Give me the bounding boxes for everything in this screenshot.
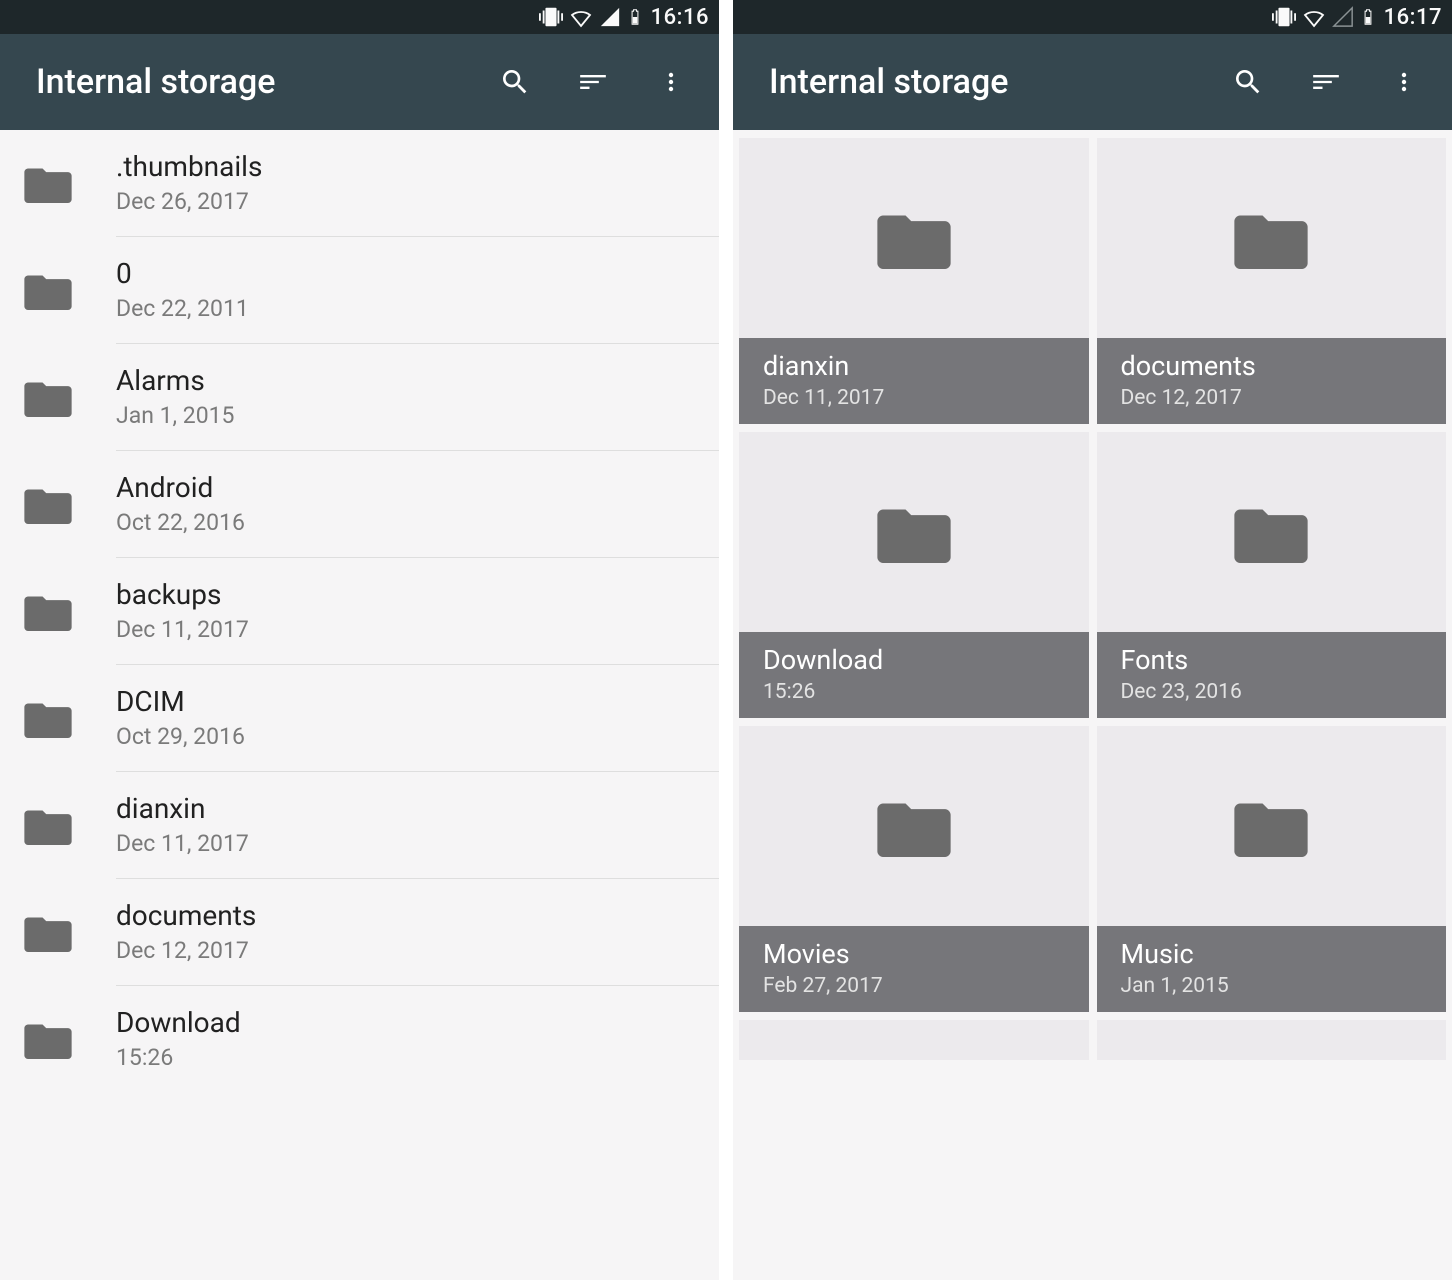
folder-icon [24, 377, 72, 417]
folder-icon [875, 501, 953, 563]
item-date: Oct 29, 2016 [116, 723, 699, 750]
item-date: Dec 23, 2016 [1121, 680, 1423, 704]
wifi-icon [569, 5, 593, 29]
item-date: Dec 11, 2017 [116, 830, 699, 857]
item-name: Alarms [116, 365, 699, 397]
search-icon [1232, 66, 1264, 98]
item-name: dianxin [116, 793, 699, 825]
item-name: documents [116, 900, 699, 932]
item-date: Dec 26, 2017 [116, 188, 699, 215]
more-button[interactable] [1386, 64, 1422, 100]
grid-item[interactable] [1097, 1020, 1447, 1060]
signal-icon [599, 6, 621, 28]
item-name: Android [116, 472, 699, 504]
grid-item[interactable]: Music Jan 1, 2015 [1097, 726, 1447, 1012]
status-bar: 16:17 [733, 0, 1452, 34]
list-item[interactable]: .thumbnails Dec 26, 2017 [0, 130, 719, 236]
status-icons [539, 5, 643, 29]
item-name: Movies [763, 938, 1065, 970]
grid-item[interactable]: dianxin Dec 11, 2017 [739, 138, 1089, 424]
page-title: Internal storage [36, 62, 497, 102]
item-date: Dec 22, 2011 [116, 295, 699, 322]
sort-button[interactable] [575, 64, 611, 100]
item-date: Jan 1, 2015 [1121, 974, 1423, 998]
item-name: Download [763, 644, 1065, 676]
folder-icon [24, 270, 72, 310]
list-item[interactable]: DCIM Oct 29, 2016 [0, 665, 719, 771]
list-item[interactable]: Android Oct 22, 2016 [0, 451, 719, 557]
search-button[interactable] [497, 64, 533, 100]
grid-item[interactable]: Download 15:26 [739, 432, 1089, 718]
more-button[interactable] [653, 64, 689, 100]
wifi-icon [1302, 5, 1326, 29]
list-item[interactable]: backups Dec 11, 2017 [0, 558, 719, 664]
sort-icon [1308, 68, 1344, 96]
item-name: 0 [116, 258, 699, 290]
item-name: backups [116, 579, 699, 611]
sort-icon [575, 68, 611, 96]
more-icon [659, 67, 683, 97]
item-date: 15:26 [763, 680, 1065, 704]
folder-icon [875, 207, 953, 269]
battery-icon [627, 5, 643, 29]
app-bar-actions [497, 64, 699, 100]
item-name: Fonts [1121, 644, 1423, 676]
list-item[interactable]: 0 Dec 22, 2011 [0, 237, 719, 343]
folder-icon [24, 484, 72, 524]
file-list[interactable]: .thumbnails Dec 26, 2017 0 Dec 22, 2011 … [0, 130, 719, 1280]
list-item[interactable]: documents Dec 12, 2017 [0, 879, 719, 985]
signal-icon [1332, 6, 1354, 28]
app-bar-actions [1230, 64, 1432, 100]
folder-icon [24, 805, 72, 845]
right-pane: 16:17 Internal storage dianxin Dec 11, 2… [731, 0, 1452, 1280]
folder-icon [1232, 501, 1310, 563]
search-button[interactable] [1230, 64, 1266, 100]
item-date: Oct 22, 2016 [116, 509, 699, 536]
battery-icon [1360, 5, 1376, 29]
grid-item[interactable] [739, 1020, 1089, 1060]
grid-item[interactable]: documents Dec 12, 2017 [1097, 138, 1447, 424]
grid-item[interactable]: Fonts Dec 23, 2016 [1097, 432, 1447, 718]
status-time: 16:16 [651, 5, 709, 30]
app-bar: Internal storage [0, 34, 719, 130]
item-name: Music [1121, 938, 1423, 970]
status-bar: 16:16 [0, 0, 719, 34]
status-icons [1272, 5, 1376, 29]
folder-icon [24, 163, 72, 203]
folder-icon [1232, 207, 1310, 269]
folder-icon [875, 795, 953, 857]
item-name: DCIM [116, 686, 699, 718]
item-date: Dec 11, 2017 [116, 616, 699, 643]
folder-icon [1232, 795, 1310, 857]
folder-icon [24, 912, 72, 952]
item-date: 15:26 [116, 1044, 699, 1071]
vibrate-icon [539, 5, 563, 29]
grid-item[interactable]: Movies Feb 27, 2017 [739, 726, 1089, 1012]
app-bar: Internal storage [733, 34, 1452, 130]
file-grid[interactable]: dianxin Dec 11, 2017 documents Dec 12, 2… [733, 130, 1452, 1280]
status-time: 16:17 [1384, 5, 1442, 30]
list-item[interactable]: dianxin Dec 11, 2017 [0, 772, 719, 878]
item-name: Download [116, 1007, 699, 1039]
vibrate-icon [1272, 5, 1296, 29]
item-name: dianxin [763, 350, 1065, 382]
item-date: Dec 12, 2017 [1121, 386, 1423, 410]
item-date: Dec 11, 2017 [763, 386, 1065, 410]
item-date: Feb 27, 2017 [763, 974, 1065, 998]
more-icon [1392, 67, 1416, 97]
left-pane: 16:16 Internal storage .thumbnails Dec 2… [0, 0, 731, 1280]
folder-icon [24, 698, 72, 738]
list-item[interactable]: Download 15:26 [0, 986, 719, 1092]
folder-icon [24, 1019, 72, 1059]
item-date: Jan 1, 2015 [116, 402, 699, 429]
sort-button[interactable] [1308, 64, 1344, 100]
item-date: Dec 12, 2017 [116, 937, 699, 964]
item-name: .thumbnails [116, 151, 699, 183]
list-item[interactable]: Alarms Jan 1, 2015 [0, 344, 719, 450]
page-title: Internal storage [769, 62, 1230, 102]
item-name: documents [1121, 350, 1423, 382]
search-icon [499, 66, 531, 98]
folder-icon [24, 591, 72, 631]
